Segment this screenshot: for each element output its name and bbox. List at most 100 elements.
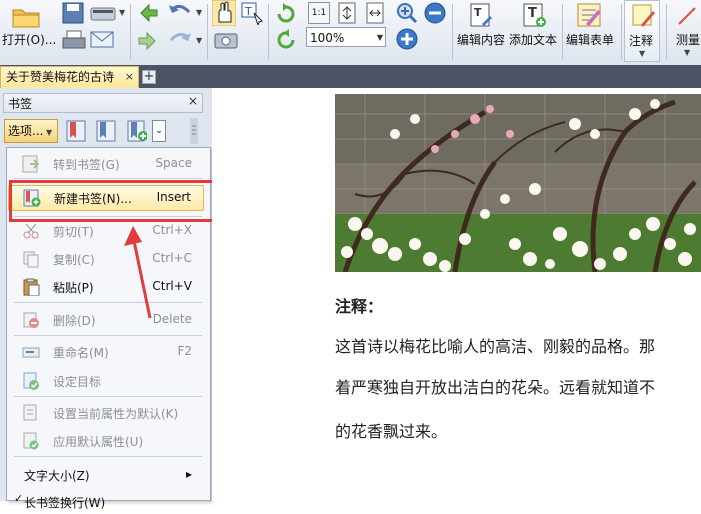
new-tab-button[interactable]: + xyxy=(142,70,156,84)
svg-text:T: T xyxy=(528,6,537,21)
ruler-icon xyxy=(678,7,696,25)
note-heading: 注释： xyxy=(335,297,384,316)
menu-item-wrap-long-bookmarks[interactable]: ✓ 长书签换行(W) xyxy=(8,490,204,514)
menu-item-shortcut: Space xyxy=(155,156,192,170)
set-destination-icon xyxy=(23,372,39,390)
menu-item-label: 应用默认属性(U) xyxy=(53,435,144,449)
svg-text:T: T xyxy=(474,6,482,19)
back-icon[interactable] xyxy=(137,2,159,24)
annotate-dropdown-icon: ▼ xyxy=(639,49,646,58)
menu-item-set-destination[interactable]: 设定目标 xyxy=(8,369,204,393)
annotate-icon xyxy=(632,4,655,27)
collapse-bookmark-icon[interactable] xyxy=(96,120,116,142)
menu-item-shortcut: F2 xyxy=(177,344,192,358)
zoom-in-magnifier-icon[interactable] xyxy=(396,2,418,24)
plum-blossom-photo xyxy=(335,94,701,272)
apply-defaults-icon xyxy=(23,432,39,450)
rotate-back-icon[interactable] xyxy=(274,28,298,50)
options-dropdown-icon: ▼ xyxy=(46,128,53,137)
forward-icon[interactable] xyxy=(137,30,159,52)
add-text-label: 添加文本 xyxy=(509,33,558,47)
edit-content-label: 编辑内容 xyxy=(457,33,506,47)
annotate-button[interactable]: 注释 ▼ xyxy=(624,0,660,62)
menu-item-set-default-properties[interactable]: 设置当前属性为默认(K) xyxy=(8,401,204,425)
menu-item-label: 重命名(M) xyxy=(53,346,109,360)
expand-bookmark-icon[interactable] xyxy=(66,120,86,142)
zoom-out-icon[interactable] xyxy=(424,2,446,24)
bookmark-more-button[interactable]: ⌄ xyxy=(152,120,166,142)
annotate-label: 注释 xyxy=(629,34,654,48)
folder-icon xyxy=(12,9,40,28)
goto-bookmark-icon xyxy=(22,155,40,173)
submenu-arrow-icon: ▸ xyxy=(185,467,192,481)
edit-content-icon: T xyxy=(470,3,492,27)
edit-content-button[interactable]: T 编辑内容 xyxy=(455,0,507,62)
bookmark-panel-header xyxy=(3,93,203,113)
measure-button[interactable]: 测量 ▼ xyxy=(670,0,701,62)
save-icon[interactable] xyxy=(62,2,84,24)
menu-item-label: 设置当前属性为默认(K) xyxy=(53,407,179,421)
edit-form-label: 编辑表单 xyxy=(566,33,615,47)
scanner-dropdown-icon[interactable]: ▼ xyxy=(119,8,125,17)
delete-icon xyxy=(23,312,39,328)
redo-icon[interactable] xyxy=(168,30,192,52)
fit-page-icon[interactable] xyxy=(336,2,358,24)
menu-item-text-size[interactable]: 文字大小(Z) ▸ xyxy=(8,463,204,487)
menu-item-rename[interactable]: 重命名(M) F2 xyxy=(8,340,204,364)
zoom-select[interactable]: 100% ▼ xyxy=(306,27,386,47)
scissors-icon xyxy=(23,223,39,239)
svg-text:T: T xyxy=(244,5,252,18)
email-icon[interactable] xyxy=(90,30,116,50)
copy-icon xyxy=(23,251,39,268)
paragraph-line: 的花香飘过来。 xyxy=(335,422,448,441)
menu-item-label: 删除(D) xyxy=(53,314,96,328)
snapshot-icon[interactable] xyxy=(214,30,238,50)
panel-resize-grip-icon[interactable] xyxy=(190,118,198,144)
hand-tool-icon[interactable] xyxy=(212,0,236,26)
menu-item-label: 复制(C) xyxy=(53,253,95,267)
actual-size-label: 1:1 xyxy=(311,8,327,18)
edit-form-icon xyxy=(577,3,601,27)
bookmark-panel-title: 书签 xyxy=(8,97,33,111)
add-text-icon: T xyxy=(523,3,546,27)
measure-label: 测量 xyxy=(676,33,701,47)
print-icon[interactable] xyxy=(62,30,86,52)
checkmark-icon: ✓ xyxy=(14,492,24,505)
scanner-icon[interactable] xyxy=(90,2,116,24)
menu-item-label: 转到书签(G) xyxy=(53,158,120,172)
document-tab-label: 关于赞美梅花的古诗 xyxy=(6,70,115,84)
menu-item-label: 长书签换行(W) xyxy=(24,496,106,510)
main-toolbar: 打开(O)... ▼ ▼ ▼ T 1:1 100% ▼ T 编辑内容 T 添加文… xyxy=(0,0,701,66)
open-button[interactable]: 打开(O)... xyxy=(0,0,56,62)
open-label: 打开(O)... xyxy=(2,33,57,47)
menu-item-label: 设定目标 xyxy=(53,375,102,389)
menu-item-goto-bookmark[interactable]: 转到书签(G) Space xyxy=(8,152,204,176)
edit-form-button[interactable]: 编辑表单 xyxy=(564,0,618,62)
add-bookmark-icon[interactable] xyxy=(127,120,147,142)
undo-dropdown-icon[interactable]: ▼ xyxy=(196,8,202,17)
fit-width-icon[interactable] xyxy=(364,2,386,24)
redo-dropdown-icon[interactable]: ▼ xyxy=(196,36,202,45)
highlight-box xyxy=(9,180,219,222)
menu-item-apply-default-properties[interactable]: 应用默认属性(U) xyxy=(8,429,204,453)
paragraph-line: 着严寒独自开放出洁白的花朵。远看就知道不 xyxy=(335,378,656,397)
menu-item-label: 文字大小(Z) xyxy=(24,469,90,483)
panel-close-icon[interactable]: × xyxy=(188,94,198,108)
document-tab[interactable]: 关于赞美梅花的古诗 × xyxy=(0,66,139,88)
default-properties-icon xyxy=(23,404,37,421)
menu-item-label: 剪切(T) xyxy=(53,225,94,239)
select-text-icon[interactable]: T xyxy=(240,1,264,25)
menu-item-label: 粘贴(P) xyxy=(53,281,94,295)
rotate-icon[interactable] xyxy=(274,2,298,24)
zoom-value: 100% xyxy=(310,31,345,45)
measure-dropdown-icon: ▼ xyxy=(684,48,691,57)
rename-icon xyxy=(22,347,40,358)
paste-icon xyxy=(23,278,40,296)
annotation-arrow-icon xyxy=(124,226,152,319)
add-text-button[interactable]: T 添加文本 xyxy=(507,0,561,62)
close-tab-icon[interactable]: × xyxy=(125,67,134,87)
undo-icon[interactable] xyxy=(168,2,192,24)
zoom-in-icon[interactable] xyxy=(396,28,418,50)
actual-size-button[interactable]: 1:1 xyxy=(308,2,330,24)
options-label: 选项... xyxy=(8,124,44,138)
